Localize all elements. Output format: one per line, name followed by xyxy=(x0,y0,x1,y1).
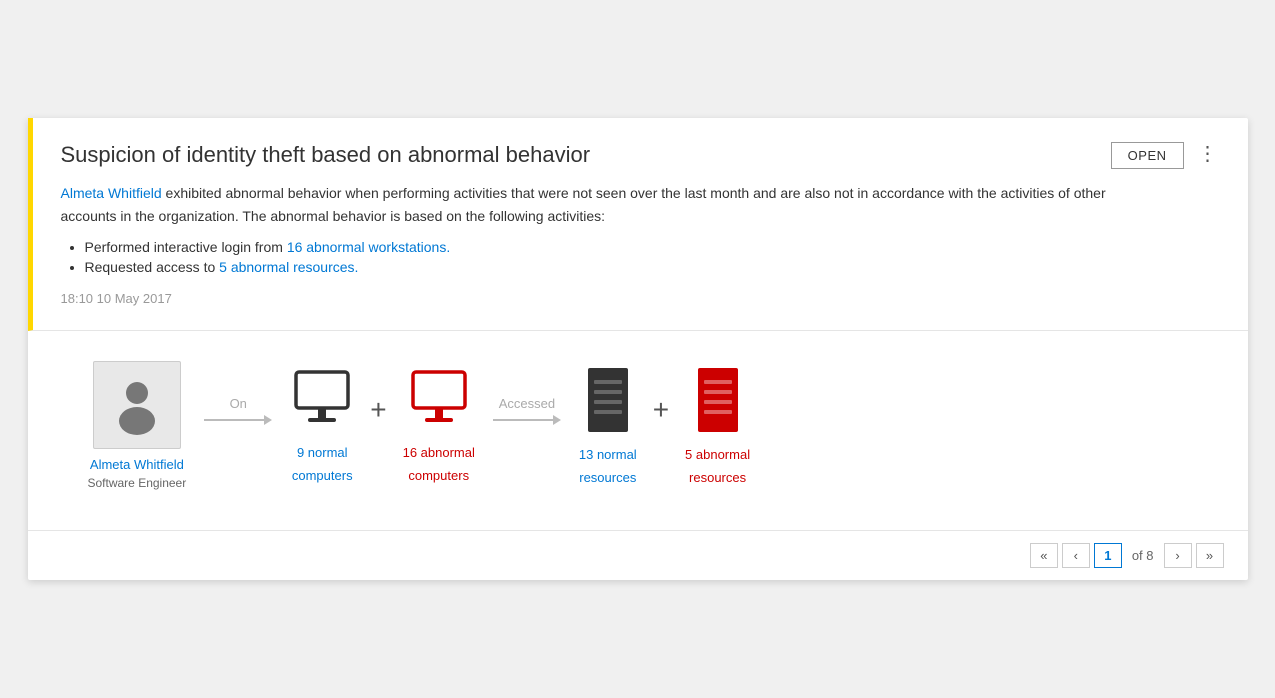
activity-item-2: Requested access to 5 abnormal resources… xyxy=(85,259,1111,275)
normal-computers-count: 9 normal xyxy=(297,445,348,460)
on-arrow xyxy=(204,415,272,425)
description-text: exhibited abnormal behavior when perform… xyxy=(61,185,1106,223)
top-actions: OPEN ⋮ xyxy=(1111,142,1224,306)
plus-sign-2: + xyxy=(637,394,685,426)
normal-resources-entity: 13 normal resources xyxy=(579,366,637,485)
user-link[interactable]: Almeta Whitfield xyxy=(61,185,162,201)
user-avatar xyxy=(93,361,181,449)
accessed-arrow xyxy=(493,415,561,425)
user-avatar-icon xyxy=(110,375,164,435)
current-page-button[interactable]: 1 xyxy=(1094,543,1122,568)
normal-resource-icon xyxy=(580,366,636,439)
accessed-arrowhead xyxy=(553,415,561,425)
prev-page-button[interactable]: ‹ xyxy=(1062,543,1090,568)
abnormal-computers-label: computers xyxy=(408,468,469,483)
activity-2-link[interactable]: 5 abnormal resources. xyxy=(219,259,358,275)
activities-list: Performed interactive login from 16 abno… xyxy=(85,239,1111,275)
on-arrow-line xyxy=(204,419,264,421)
abnormal-resource-svg xyxy=(690,366,746,434)
user-name-label[interactable]: Almeta Whitfield xyxy=(90,457,184,472)
on-arrowhead xyxy=(264,415,272,425)
visualization-section: Almeta Whitfield Software Engineer On xyxy=(28,331,1248,530)
first-page-button[interactable]: « xyxy=(1030,543,1058,568)
abnormal-computer-icon xyxy=(407,368,471,437)
alert-card: Suspicion of identity theft based on abn… xyxy=(28,118,1248,580)
normal-resource-svg xyxy=(580,366,636,434)
activity-1-link[interactable]: 16 abnormal workstations. xyxy=(287,239,450,255)
timestamp: 18:10 10 May 2017 xyxy=(61,291,1111,306)
user-entity: Almeta Whitfield Software Engineer xyxy=(88,361,187,490)
user-role-label: Software Engineer xyxy=(88,476,187,490)
abnormal-resource-icon xyxy=(690,366,746,439)
pagination-bar: « ‹ 1 of 8 › » xyxy=(28,530,1248,580)
normal-monitor-svg xyxy=(290,368,354,432)
abnormal-monitor-svg xyxy=(407,368,471,432)
accessed-connector: Accessed xyxy=(475,396,579,425)
more-options-button[interactable]: ⋮ xyxy=(1192,142,1224,166)
abnormal-resources-count: 5 abnormal xyxy=(685,447,750,462)
plus-sign-1: + xyxy=(354,394,402,426)
activity-1-prefix: Performed interactive login from xyxy=(85,239,287,255)
abnormal-computers-entity: 16 abnormal computers xyxy=(403,368,475,483)
normal-computers-label: computers xyxy=(292,468,353,483)
on-connector: On xyxy=(186,396,290,425)
abnormal-resources-label: resources xyxy=(689,470,746,485)
accessed-arrow-line xyxy=(493,419,553,421)
abnormal-resources-entity: 5 abnormal resources xyxy=(685,366,750,485)
activity-2-prefix: Requested access to xyxy=(85,259,220,275)
alert-content: Suspicion of identity theft based on abn… xyxy=(61,142,1111,306)
on-label: On xyxy=(230,396,247,411)
alert-header-section: Suspicion of identity theft based on abn… xyxy=(28,118,1248,331)
normal-resources-label: resources xyxy=(579,470,636,485)
activity-item-1: Performed interactive login from 16 abno… xyxy=(85,239,1111,255)
total-pages-label: of 8 xyxy=(1126,548,1160,563)
abnormal-computers-count: 16 abnormal xyxy=(403,445,475,460)
open-button[interactable]: OPEN xyxy=(1111,142,1184,169)
alert-title: Suspicion of identity theft based on abn… xyxy=(61,142,1111,168)
next-page-button[interactable]: › xyxy=(1164,543,1192,568)
accessed-label: Accessed xyxy=(499,396,555,411)
normal-computer-icon xyxy=(290,368,354,437)
normal-computers-entity: 9 normal computers xyxy=(290,368,354,483)
alert-description: Almeta Whitfield exhibited abnormal beha… xyxy=(61,182,1111,227)
normal-resources-count: 13 normal xyxy=(579,447,637,462)
last-page-button[interactable]: » xyxy=(1196,543,1224,568)
